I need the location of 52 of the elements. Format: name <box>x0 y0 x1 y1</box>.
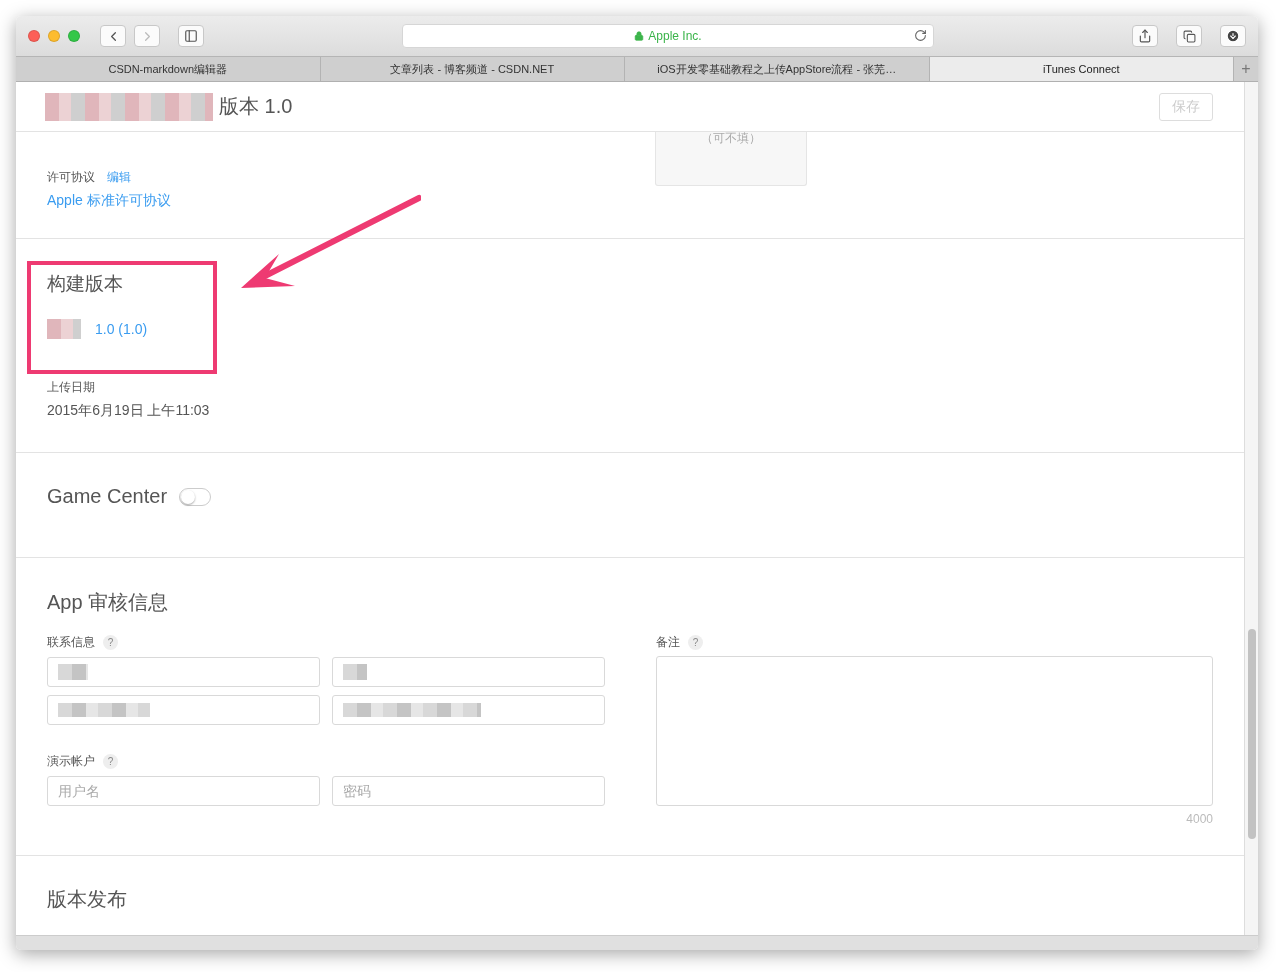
sidebar-button[interactable] <box>178 25 204 47</box>
back-button[interactable] <box>100 25 126 47</box>
character-limit: 4000 <box>1186 811 1213 826</box>
tabs-button[interactable] <box>1176 25 1202 47</box>
new-tab-button[interactable]: + <box>1234 57 1258 81</box>
upload-date-label: 上传日期 <box>47 379 96 397</box>
address-bar[interactable]: Apple Inc. <box>402 24 934 48</box>
build-version-link[interactable]: 1.0 (1.0) <box>95 321 148 338</box>
close-button[interactable] <box>28 30 40 42</box>
forward-button[interactable] <box>134 25 160 47</box>
tabs-icon <box>1182 29 1196 43</box>
page-title: 版本 1.0 <box>219 94 294 120</box>
help-icon[interactable]: ? <box>688 634 703 650</box>
share-button[interactable] <box>1132 25 1158 47</box>
pixelated-text <box>58 663 88 680</box>
optional-hint: （可不填） <box>701 132 761 148</box>
browser-tab[interactable]: CSDN-markdown编辑器 <box>16 57 321 81</box>
input-field[interactable] <box>332 694 605 725</box>
password-field[interactable]: 密码 <box>332 775 605 806</box>
download-button[interactable] <box>1220 25 1246 47</box>
game-center-label: Game Center <box>47 485 168 509</box>
scrollbar[interactable] <box>1245 82 1258 935</box>
sidebar-icon <box>184 29 198 43</box>
zoom-button[interactable] <box>68 30 80 42</box>
reload-icon[interactable] <box>914 29 927 42</box>
edit-link[interactable]: 编辑 <box>107 169 131 187</box>
input-field[interactable] <box>47 694 320 725</box>
license-label: 许可协议 <box>47 169 95 187</box>
pixelated-app-icon <box>47 319 81 340</box>
minimize-button[interactable] <box>48 30 60 42</box>
input-field[interactable] <box>47 656 320 687</box>
help-icon[interactable]: ? <box>103 753 118 769</box>
username-field[interactable]: 用户名 <box>47 775 320 806</box>
license-agreement-link[interactable]: Apple 标准许可协议 <box>47 192 1213 211</box>
review-heading: App 审核信息 <box>47 589 170 615</box>
notes-label: 备注 <box>656 633 680 651</box>
browser-tab[interactable]: 文章列表 - 博客频道 - CSDN.NET <box>320 57 625 81</box>
demo-account-label: 演示帐户 <box>47 752 95 770</box>
game-center-toggle[interactable] <box>179 488 212 506</box>
help-icon[interactable]: ? <box>103 634 118 650</box>
browser-tab[interactable]: iOS开发零基础教程之上传AppStore流程 - 张芜… <box>625 57 930 81</box>
download-icon <box>1226 29 1240 43</box>
input-field[interactable] <box>332 656 605 687</box>
contact-label: 联系信息 <box>47 633 95 651</box>
upload-date: 2015年6月19日 上午11:03 <box>47 402 211 421</box>
share-icon <box>1138 29 1152 43</box>
build-heading: 构建版本 <box>47 272 124 297</box>
pixelated-text <box>343 663 367 680</box>
browser-tab[interactable]: iTunes Connect <box>929 57 1234 81</box>
notes-field[interactable] <box>656 655 1213 806</box>
lock-icon <box>634 31 645 41</box>
release-heading: 版本发布 <box>47 887 128 913</box>
